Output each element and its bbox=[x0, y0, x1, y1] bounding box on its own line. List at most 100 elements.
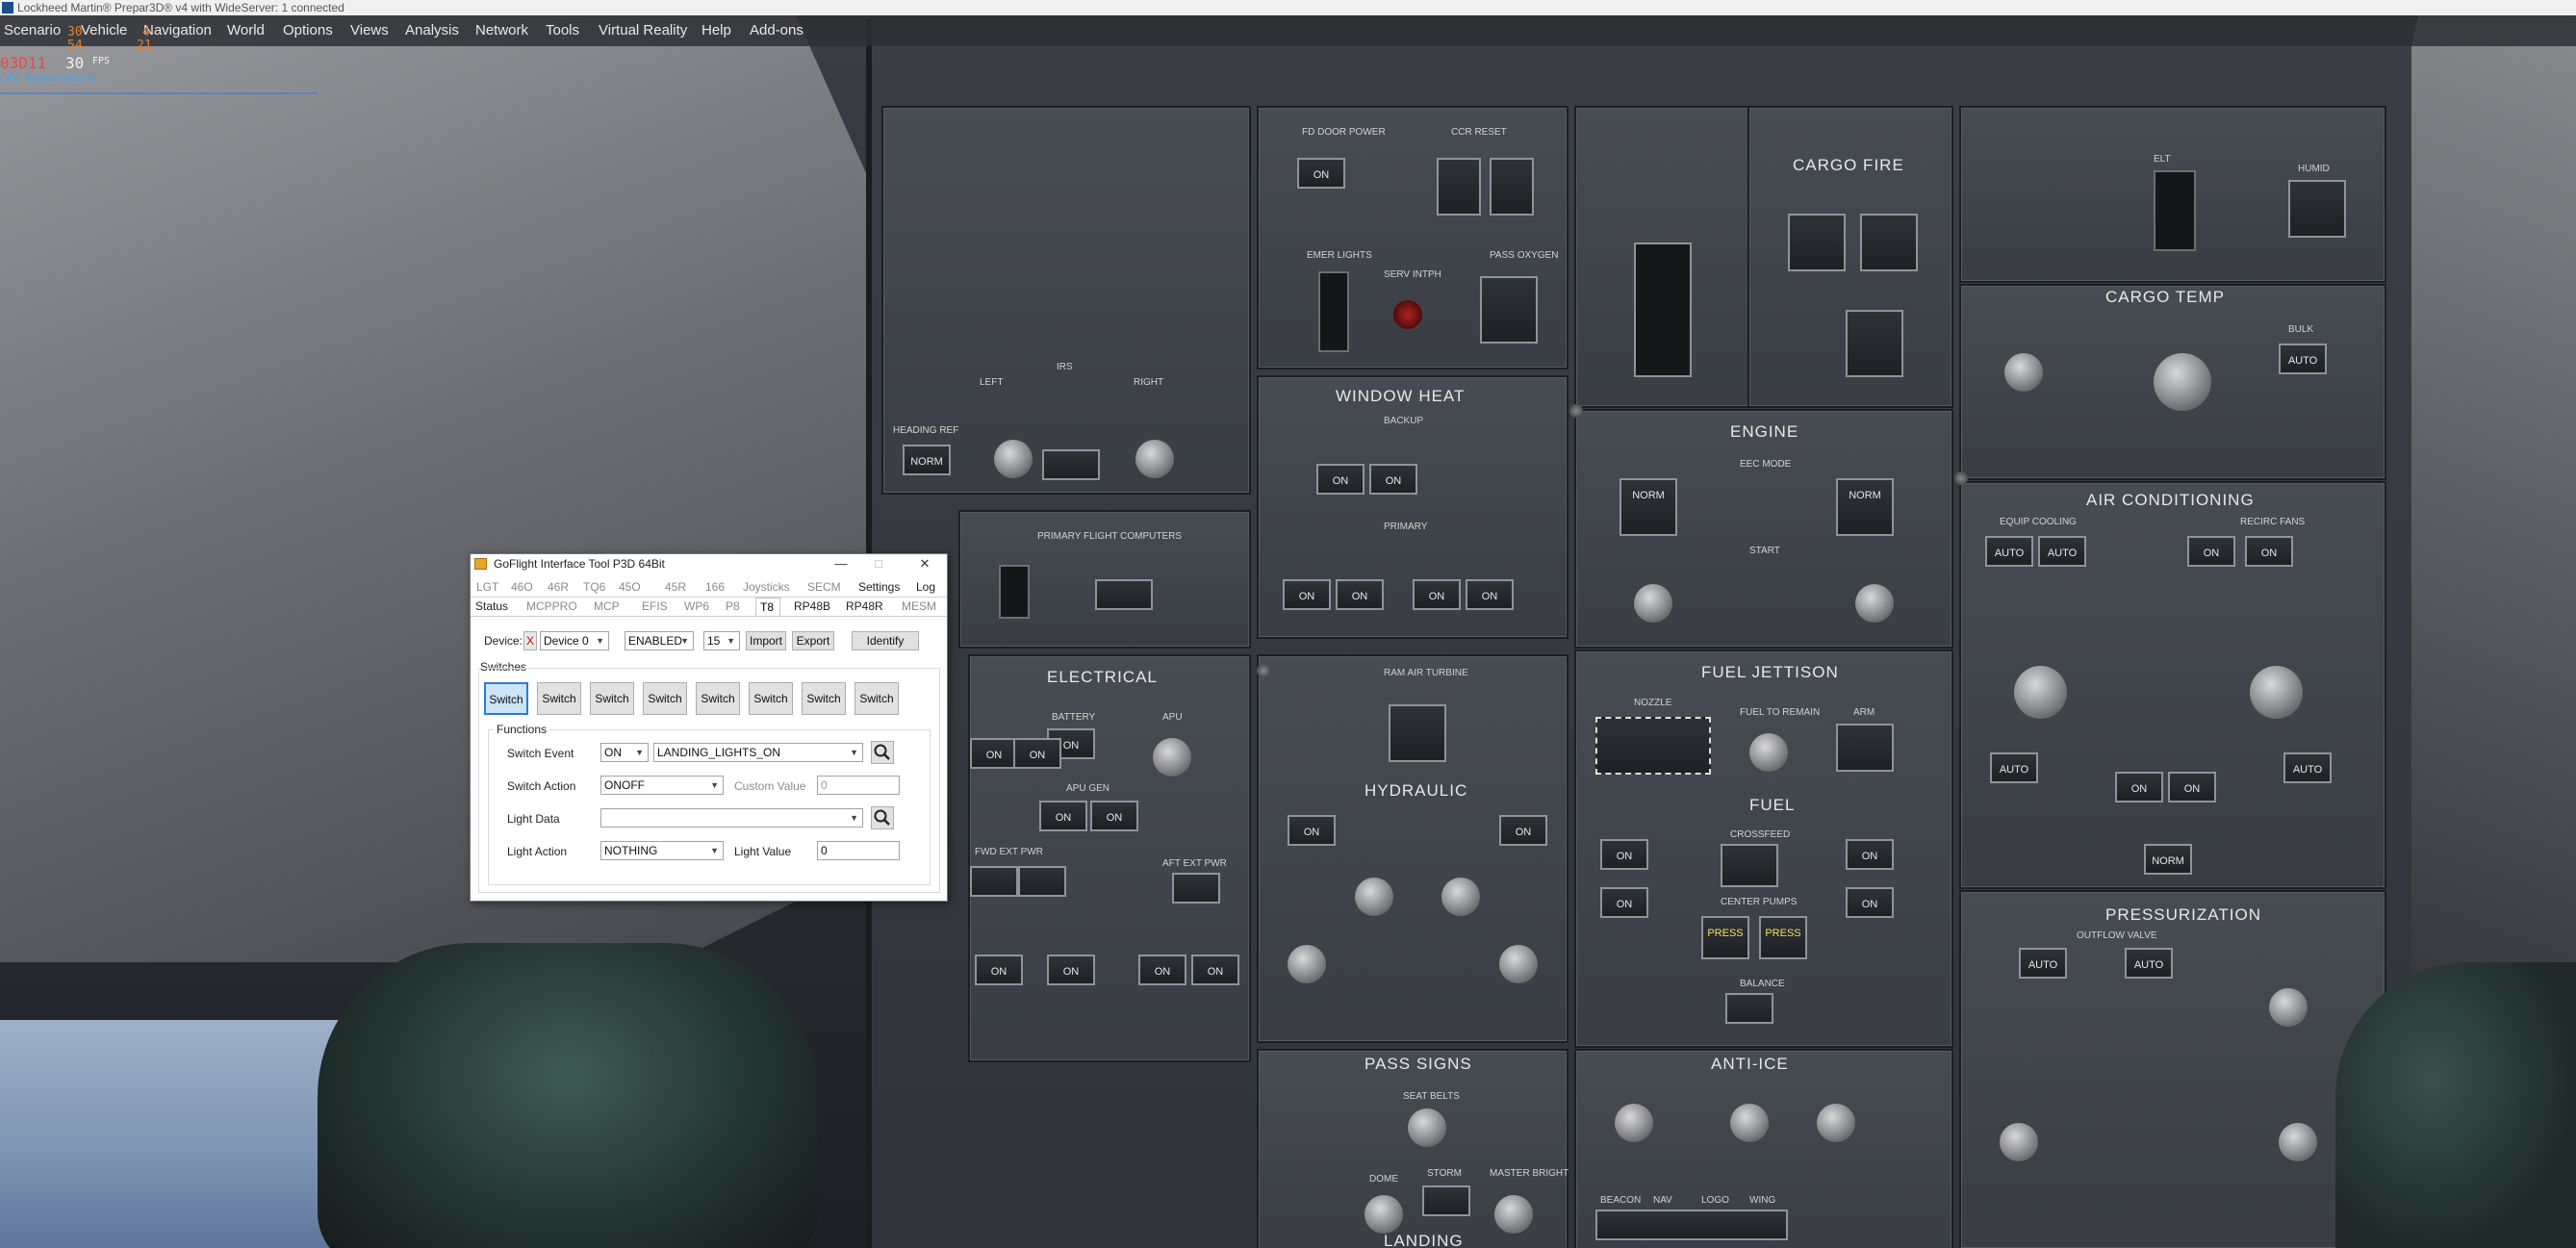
ife-pass-seats-switch[interactable]: ON bbox=[970, 738, 1018, 769]
ram-air-turbine-switch[interactable] bbox=[1389, 704, 1446, 762]
l-pump-aft[interactable]: ON bbox=[1600, 887, 1648, 918]
hud-brt-r-knob[interactable] bbox=[2279, 1123, 2317, 1161]
emer-lights-switch[interactable] bbox=[1318, 271, 1349, 352]
minimize-icon[interactable]: — bbox=[828, 555, 854, 573]
c2-elec-knob[interactable] bbox=[1441, 878, 1480, 916]
apu-knob[interactable] bbox=[1153, 738, 1191, 777]
l-elec-knob[interactable] bbox=[1288, 945, 1326, 983]
tab-joysticks[interactable]: Joysticks bbox=[743, 580, 790, 594]
tab-mcppro[interactable]: MCPPRO bbox=[526, 599, 577, 613]
tab-mesm[interactable]: MESM bbox=[902, 599, 936, 613]
fwd-ext-pwr-2[interactable] bbox=[1018, 866, 1066, 897]
light-data-select[interactable]: ▼ bbox=[600, 808, 863, 828]
menu-vehicle[interactable]: Vehicle bbox=[81, 22, 127, 38]
switch-button-7[interactable]: Switch bbox=[802, 682, 846, 715]
primary-l-side[interactable]: ON bbox=[1283, 579, 1331, 610]
switch-button-6[interactable]: Switch bbox=[749, 682, 793, 715]
master-bright-knob[interactable] bbox=[1494, 1195, 1533, 1234]
jettison-arm-switch[interactable] bbox=[1836, 724, 1894, 772]
tab-log[interactable]: Log bbox=[916, 580, 935, 594]
trim-air-l[interactable]: ON bbox=[2115, 772, 2163, 802]
storm-switch[interactable] bbox=[1422, 1185, 1470, 1216]
cargo-fire-disch[interactable] bbox=[1846, 310, 1903, 377]
pfc-toggle[interactable] bbox=[999, 565, 1030, 619]
switch-event-select[interactable]: LANDING_LIGHTS_ON ▼ bbox=[653, 743, 863, 762]
primary-r-fwd[interactable]: ON bbox=[1413, 579, 1461, 610]
menu-tools[interactable]: Tools bbox=[546, 22, 579, 38]
backup-l-fwd[interactable]: ON bbox=[1316, 464, 1365, 495]
pass-oxygen-switch[interactable] bbox=[1480, 276, 1538, 344]
wing-anti-ice-knob[interactable] bbox=[1615, 1104, 1653, 1142]
fwd-cargo-ac-knob[interactable] bbox=[2154, 353, 2211, 411]
tab-rp48b[interactable]: RP48B bbox=[794, 599, 830, 613]
tab-efis[interactable]: EFIS bbox=[642, 599, 668, 613]
switch-button-2[interactable]: Switch bbox=[537, 682, 581, 715]
menu-network[interactable]: Network bbox=[475, 22, 528, 38]
menu-addons[interactable]: Add-ons bbox=[750, 22, 803, 38]
r-elec-knob[interactable] bbox=[1499, 945, 1538, 983]
light-data-search-button[interactable] bbox=[871, 806, 894, 829]
r-pump-aft[interactable]: ON bbox=[1846, 887, 1894, 918]
cabin-temp-knob[interactable] bbox=[2250, 666, 2303, 719]
identify-button[interactable]: Identify bbox=[852, 631, 919, 650]
center-pump-l[interactable]: PRESS bbox=[1701, 916, 1749, 959]
fwd-cargo-flow-knob[interactable] bbox=[2004, 353, 2043, 392]
custom-value-input[interactable]: 0 bbox=[817, 776, 900, 795]
heading-ref-switch[interactable]: NORM bbox=[903, 445, 951, 475]
elt-switch[interactable] bbox=[2154, 170, 2196, 251]
cargo-fire-aft[interactable] bbox=[1860, 214, 1918, 271]
outflow-fwd[interactable]: AUTO bbox=[2019, 948, 2067, 979]
menu-world[interactable]: World bbox=[227, 22, 265, 38]
fd-door-power-switch[interactable]: ON bbox=[1297, 158, 1345, 189]
tab-t8[interactable]: T8 bbox=[755, 598, 781, 616]
switch-button-8[interactable]: Switch bbox=[854, 682, 899, 715]
tab-lgt[interactable]: LGT bbox=[476, 580, 498, 594]
light-value-input[interactable]: 0 bbox=[817, 841, 900, 860]
landing-alt-knob[interactable] bbox=[2269, 988, 2308, 1027]
l-eng-pump[interactable]: ON bbox=[1288, 815, 1336, 846]
tab-45r[interactable]: 45R bbox=[665, 580, 686, 594]
start-l-knob[interactable] bbox=[1634, 584, 1672, 623]
irs-right-knob[interactable] bbox=[1135, 440, 1174, 478]
switch-event-state-select[interactable]: ON ▼ bbox=[600, 743, 649, 762]
number-select[interactable]: 15 ▼ bbox=[703, 631, 740, 650]
serv-intph-switch[interactable] bbox=[1393, 300, 1422, 329]
primary-r-side[interactable]: ON bbox=[1466, 579, 1514, 610]
switch-button-3[interactable]: Switch bbox=[590, 682, 634, 715]
light-action-select[interactable]: NOTHING ▼ bbox=[600, 841, 724, 860]
balance-switch[interactable] bbox=[1725, 993, 1773, 1024]
fwd-ext-pwr-1[interactable] bbox=[970, 866, 1018, 897]
menu-navigation[interactable]: Navigation bbox=[143, 22, 212, 38]
import-button[interactable]: Import bbox=[746, 631, 786, 650]
menu-scenario[interactable]: Scenario bbox=[4, 22, 61, 38]
center-pump-r[interactable]: PRESS bbox=[1759, 916, 1807, 959]
backup-r-fwd[interactable]: ON bbox=[1369, 464, 1417, 495]
switch-event-search-button[interactable] bbox=[871, 741, 894, 764]
engine-l-anti-ice-knob[interactable] bbox=[1730, 1104, 1769, 1142]
apu-gen-r-switch[interactable]: ON bbox=[1090, 801, 1138, 831]
tab-45o[interactable]: 45O bbox=[619, 580, 641, 594]
recirc-upper[interactable]: ON bbox=[2187, 536, 2235, 567]
ventilation-switch[interactable]: NORM bbox=[2144, 844, 2192, 875]
engine-r-anti-ice-knob[interactable] bbox=[1817, 1104, 1855, 1142]
dome-knob[interactable] bbox=[1365, 1195, 1403, 1234]
flt-deck-temp-knob[interactable] bbox=[2014, 666, 2067, 719]
device-select[interactable]: Device 0 ▼ bbox=[540, 631, 609, 650]
nozzle-switches[interactable] bbox=[1595, 717, 1711, 775]
tab-tq6[interactable]: TQ6 bbox=[583, 580, 605, 594]
gen-ctrl-1[interactable]: ON bbox=[975, 955, 1023, 985]
primary-l-fwd[interactable]: ON bbox=[1336, 579, 1384, 610]
l-pack-switch[interactable]: AUTO bbox=[1990, 752, 2038, 783]
tab-46r[interactable]: 46R bbox=[548, 580, 569, 594]
tab-rp48r[interactable]: RP48R bbox=[846, 599, 883, 613]
c1-elec-knob[interactable] bbox=[1355, 878, 1393, 916]
tab-p8[interactable]: P8 bbox=[726, 599, 740, 613]
menu-help[interactable]: Help bbox=[701, 22, 731, 38]
l-pump-fwd[interactable]: ON bbox=[1600, 839, 1648, 870]
ccr-reset-l[interactable] bbox=[1437, 158, 1481, 216]
tab-mcp[interactable]: MCP bbox=[594, 599, 620, 613]
dialog-titlebar[interactable]: GoFlight Interface Tool P3D 64Bit — □ ✕ bbox=[471, 554, 947, 573]
eec-mode-l[interactable]: NORM bbox=[1620, 478, 1677, 536]
tab-wp6[interactable]: WP6 bbox=[684, 599, 709, 613]
menu-analysis[interactable]: Analysis bbox=[405, 22, 459, 38]
